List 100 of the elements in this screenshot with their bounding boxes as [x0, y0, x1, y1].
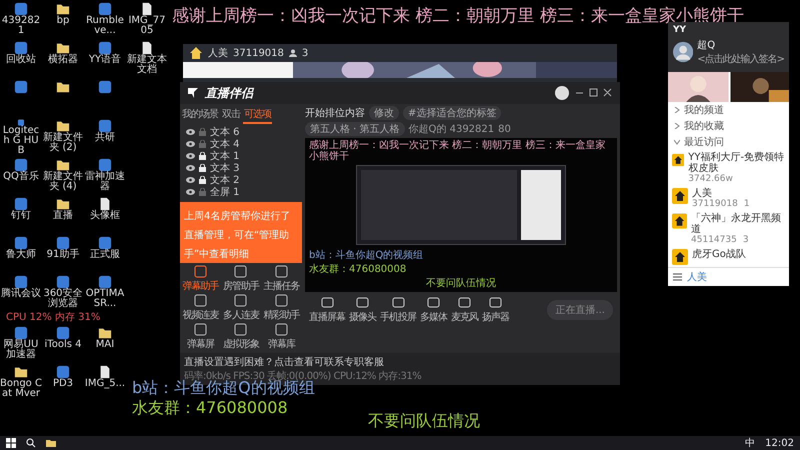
lock-icon[interactable] — [199, 152, 206, 160]
screen-icon[interactable] — [427, 296, 440, 309]
category-button[interactable]: 第五人格 · 第五人格 — [305, 122, 405, 136]
app-icon[interactable] — [14, 326, 28, 340]
lock-icon[interactable] — [199, 176, 206, 184]
source-button[interactable]: 手机投屏 — [380, 296, 416, 324]
folder-icon[interactable] — [56, 158, 70, 172]
app-icon[interactable] — [98, 2, 112, 16]
file-icon[interactable] — [98, 365, 112, 379]
app-icon[interactable] — [14, 41, 28, 55]
scene-tab[interactable]: 双击 — [221, 106, 241, 124]
footer-link[interactable]: 人美 — [687, 270, 707, 284]
tool-icon[interactable] — [194, 294, 207, 307]
layer-item[interactable]: 文本 1 — [180, 150, 302, 162]
channel-name[interactable]: 「六神」永龙开黑频道 — [691, 213, 785, 235]
screen-icon[interactable] — [356, 296, 369, 309]
tool-icon[interactable] — [234, 265, 248, 278]
tool-button[interactable]: 虚拟形象 — [220, 323, 262, 351]
layer-item[interactable]: 全屏 1 — [180, 186, 302, 198]
screen-icon[interactable] — [320, 296, 334, 309]
tool-button[interactable]: 视频连麦 — [180, 294, 221, 322]
input-method[interactable]: 中 — [745, 436, 756, 450]
tree-item[interactable]: 我的频道 — [668, 102, 789, 118]
eye-icon[interactable] — [186, 177, 195, 183]
app-icon[interactable] — [98, 236, 112, 250]
tool-button[interactable]: 房管助手 — [220, 265, 262, 293]
app-icon[interactable] — [14, 158, 28, 172]
app-icon[interactable] — [56, 275, 70, 289]
tool-button[interactable]: 弹幕屏 — [180, 323, 221, 351]
file-icon[interactable] — [98, 197, 112, 211]
tool-icon[interactable] — [275, 323, 288, 336]
avatar[interactable] — [555, 86, 569, 100]
tree-item[interactable]: 我的收藏 — [668, 118, 789, 134]
app-icon[interactable] — [98, 119, 112, 133]
tool-icon[interactable] — [275, 294, 288, 307]
folder-icon[interactable] — [56, 2, 70, 16]
source-button[interactable]: 摄像头 — [349, 296, 376, 324]
app-icon[interactable] — [98, 158, 112, 172]
app-icon[interactable] — [98, 80, 112, 94]
caret-icon[interactable] — [674, 123, 680, 129]
source-button[interactable]: 直播屏幕 — [309, 296, 345, 324]
tool-button[interactable]: 弹幕助手 — [180, 265, 221, 293]
window-controls-icon[interactable] — [574, 88, 614, 98]
tool-button[interactable]: 弹幕库 — [261, 323, 302, 351]
channel-name[interactable]: 人美 — [692, 188, 750, 199]
lock-icon[interactable] — [199, 164, 206, 172]
layer-item[interactable]: 文本 3 — [180, 162, 302, 174]
eye-icon[interactable] — [186, 189, 195, 195]
source-button[interactable]: 扬声器 — [482, 296, 509, 324]
app-icon[interactable] — [14, 197, 28, 211]
channel-icon[interactable] — [672, 188, 688, 204]
tool-icon[interactable] — [234, 294, 248, 307]
tool-icon[interactable] — [194, 323, 207, 336]
screen-icon[interactable] — [458, 296, 471, 309]
tool-icon[interactable] — [275, 265, 288, 278]
source-button[interactable]: 多媒体 — [420, 296, 447, 324]
scene-tab[interactable]: 可选项 — [243, 106, 272, 124]
screen-icon[interactable] — [392, 296, 404, 309]
eye-icon[interactable] — [186, 129, 195, 135]
folder-icon[interactable] — [56, 197, 70, 211]
file-icon[interactable] — [140, 2, 154, 16]
channel-icon[interactable] — [672, 213, 688, 229]
layer-item[interactable]: 文本 6 — [180, 126, 302, 138]
channel-name[interactable]: 虎牙Go战队 — [692, 249, 746, 260]
clock[interactable]: 12:02 — [765, 438, 794, 448]
folder-icon[interactable] — [56, 119, 70, 133]
signature-field[interactable]: <点击此处输入签名> — [697, 52, 784, 66]
scene-tab[interactable]: 我的场景 — [181, 106, 219, 124]
home-icon[interactable] — [189, 46, 203, 60]
folder-icon[interactable] — [56, 41, 70, 55]
tool-icon[interactable] — [194, 265, 207, 278]
caret-icon[interactable] — [674, 107, 680, 113]
search-icon[interactable] — [26, 438, 36, 448]
eye-icon[interactable] — [186, 153, 195, 159]
source-button[interactable]: 麦克风 — [451, 296, 478, 324]
eye-icon[interactable] — [186, 141, 195, 147]
app-icon[interactable] — [56, 326, 70, 340]
folder-icon[interactable] — [46, 438, 56, 448]
tool-button[interactable]: 主播任务 — [261, 265, 302, 293]
app-icon[interactable] — [14, 236, 28, 250]
app-icon[interactable] — [56, 365, 70, 379]
app-icon[interactable] — [14, 80, 28, 94]
eye-icon[interactable] — [186, 165, 195, 171]
avatar[interactable] — [673, 39, 694, 65]
folder-icon[interactable] — [98, 326, 112, 340]
tag-button[interactable]: #选择适合您的标签 — [403, 106, 502, 120]
tool-icon[interactable] — [234, 323, 248, 336]
tree-item[interactable]: 最近访问 — [668, 134, 789, 150]
caret-icon[interactable] — [674, 139, 680, 145]
windows-icon[interactable] — [6, 438, 16, 448]
folder-icon[interactable] — [56, 80, 70, 94]
screen-icon[interactable] — [489, 296, 502, 309]
layer-item[interactable]: 文本 4 — [180, 138, 302, 150]
layer-item[interactable]: 文本 2 — [180, 174, 302, 186]
app-icon[interactable] — [14, 2, 28, 16]
tool-button[interactable]: 多人连麦 — [220, 294, 262, 322]
app-icon[interactable] — [14, 275, 28, 289]
file-icon[interactable] — [140, 41, 154, 55]
app-icon[interactable] — [98, 275, 112, 289]
channel-name[interactable]: YY福利大厅-免费领特权皮肤 — [688, 152, 785, 174]
